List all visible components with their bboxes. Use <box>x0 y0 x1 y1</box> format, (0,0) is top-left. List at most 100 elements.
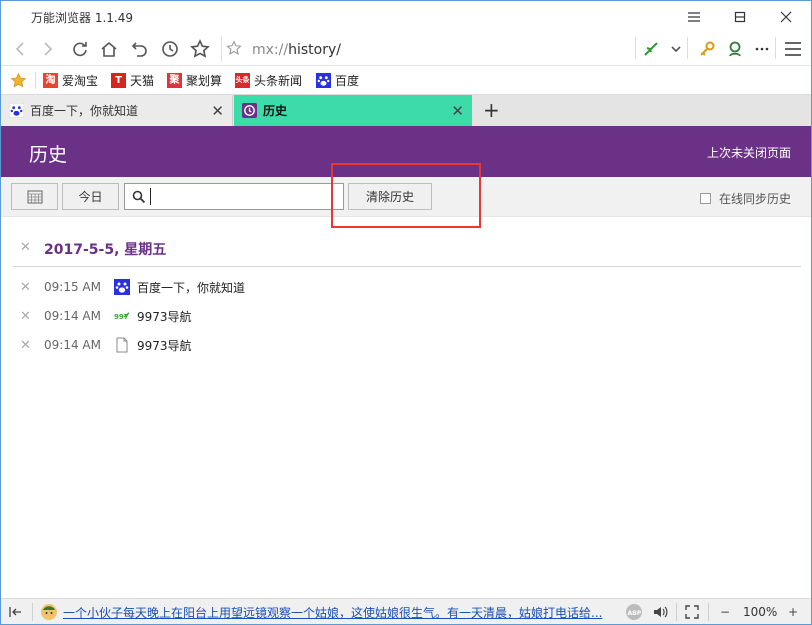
bookmarks-bar: 淘 爱淘宝 T 天猫 聚 聚划算 头条 头条新闻 百度 <box>1 66 811 95</box>
entry-title[interactable]: 百度一下，你就知道 <box>137 279 245 296</box>
toutiao-icon: 头条 <box>235 73 250 88</box>
bookmark-baidu[interactable]: 百度 <box>316 72 359 89</box>
bookmark-juhuasuan[interactable]: 聚 聚划算 <box>167 72 222 89</box>
title-bar: 万能浏览器 1.1.49 <box>1 1 811 32</box>
page-title: 历史 <box>29 144 68 166</box>
volume-icon[interactable] <box>651 603 669 621</box>
entry-time: 09:15 AM <box>44 280 101 294</box>
baidu-icon <box>316 73 331 88</box>
text-caret <box>150 188 151 205</box>
entry-title[interactable]: 9973导航 <box>137 337 192 354</box>
url-path: history/ <box>288 42 341 58</box>
bookmark-label: 爱淘宝 <box>62 74 99 88</box>
bookmark-label: 聚划算 <box>186 74 223 88</box>
toolbar-divider <box>687 37 688 59</box>
bookmark-label: 天猫 <box>130 74 155 88</box>
close-tab-icon[interactable]: ✕ <box>211 102 224 120</box>
nav9973-icon: 997 <box>114 308 130 324</box>
entry-time: 09:14 AM <box>44 309 101 323</box>
bookmark-tmall[interactable]: T 天猫 <box>111 72 154 89</box>
menu-bars-icon[interactable] <box>671 1 717 32</box>
taobao-icon: 淘 <box>43 73 58 88</box>
forward-button[interactable] <box>35 36 61 62</box>
close-tab-icon[interactable]: ✕ <box>451 102 464 120</box>
bookmark-divider <box>35 72 36 89</box>
status-divider <box>676 603 677 621</box>
zoom-in-button[interactable]: + <box>784 603 802 621</box>
highlight-box <box>331 163 481 228</box>
favorites-star-icon[interactable] <box>10 72 27 89</box>
sidebar-toggle-icon[interactable] <box>7 603 25 621</box>
search-input[interactable] <box>124 183 344 210</box>
chevron-down-icon[interactable] <box>663 36 689 62</box>
baidu-paw-icon <box>114 279 130 295</box>
sync-checkbox[interactable] <box>699 193 711 204</box>
date-label: 2017-5-5, 星期五 <box>44 242 167 258</box>
history-row[interactable]: ✕ 09:14 AM 9973导航 <box>13 331 801 360</box>
baidu-paw-icon <box>8 102 25 119</box>
news-ticker-link[interactable]: 一个小伙子每天晚上在阳台上用望远镜观察一个姑娘，这使姑娘很生气。有一天清晨，姑娘… <box>63 604 603 621</box>
entry-time: 09:14 AM <box>44 338 101 352</box>
home-button[interactable] <box>96 36 122 62</box>
status-bar: 一个小伙子每天晚上在阳台上用望远镜观察一个姑娘，这使姑娘很生气。有一天清晨，姑娘… <box>1 598 811 624</box>
calendar-icon <box>27 190 42 203</box>
blank-page-icon <box>114 337 130 353</box>
history-row[interactable]: ✕ 09:15 AM 百度一下，你就知道 <box>13 273 801 302</box>
refresh-button[interactable] <box>67 36 93 62</box>
navigation-bar: mx://history/ <box>1 32 811 66</box>
history-tab-icon <box>242 103 257 118</box>
reopen-closed-pages-link[interactable]: 上次未关闭页面 <box>707 144 791 161</box>
sync-label: 在线同步历史 <box>718 192 791 206</box>
bookmark-star-icon[interactable] <box>226 40 242 59</box>
bookmark-aitaobao[interactable]: 淘 爱淘宝 <box>43 72 98 89</box>
tab-label: 百度一下，你就知道 <box>30 104 139 118</box>
mouse-gesture-icon[interactable] <box>638 36 664 62</box>
tab-baidu[interactable]: 百度一下，你就知道 ✕ <box>1 95 233 126</box>
account-search-icon[interactable] <box>722 36 748 62</box>
search-icon <box>132 190 146 204</box>
bookmark-label: 百度 <box>335 74 360 88</box>
back-button[interactable] <box>7 36 33 62</box>
news-avatar-icon <box>40 603 58 621</box>
bookmark-label: 头条新闻 <box>254 74 303 88</box>
tab-label: 历史 <box>263 104 288 118</box>
new-tab-plus-icon[interactable]: + <box>483 98 500 122</box>
sync-history-option[interactable]: 在线同步历史 <box>699 190 791 207</box>
date-group-header: ✕ 2017-5-5, 星期五 <box>13 233 801 267</box>
browser-window: 万能浏览器 1.1.49 mx://history/ 淘 爱淘宝 T 天猫 聚 … <box>0 0 812 625</box>
today-button[interactable]: 今日 <box>62 183 119 210</box>
address-bar[interactable]: mx://history/ <box>221 36 636 62</box>
fullscreen-icon[interactable] <box>683 603 701 621</box>
delete-entry-icon[interactable]: ✕ <box>20 338 31 353</box>
url-text: mx://history/ <box>252 42 341 58</box>
favorites-star-button[interactable] <box>187 36 213 62</box>
more-options-icon[interactable] <box>749 36 775 62</box>
delete-group-icon[interactable]: ✕ <box>20 240 31 255</box>
tab-strip: 百度一下，你就知道 ✕ 历史 ✕ + <box>1 95 811 126</box>
history-clock-button[interactable] <box>157 36 183 62</box>
adblock-icon[interactable]: ABP <box>625 603 643 621</box>
status-divider <box>708 603 709 621</box>
calendar-button[interactable] <box>11 183 58 210</box>
window-title: 万能浏览器 1.1.49 <box>31 11 133 25</box>
juhuasuan-icon: 聚 <box>167 73 182 88</box>
undo-close-button[interactable] <box>127 36 153 62</box>
maximize-button[interactable] <box>717 1 763 32</box>
entry-title[interactable]: 9973导航 <box>137 308 192 325</box>
toolbar-divider <box>635 37 636 59</box>
main-menu-icon[interactable] <box>780 36 806 62</box>
delete-entry-icon[interactable]: ✕ <box>20 280 31 295</box>
zoom-out-button[interactable]: − <box>716 603 734 621</box>
svg-text:ABP: ABP <box>628 610 642 617</box>
history-row[interactable]: ✕ 09:14 AM 997 9973导航 <box>13 302 801 331</box>
status-divider <box>32 603 33 621</box>
close-window-button[interactable] <box>763 1 809 32</box>
tmall-icon: T <box>111 73 126 88</box>
toolbar-divider <box>775 37 776 59</box>
key-icon[interactable] <box>694 36 720 62</box>
zoom-level: 100% <box>743 605 778 619</box>
bookmark-toutiao[interactable]: 头条 头条新闻 <box>235 72 302 89</box>
url-scheme: mx:// <box>252 42 289 58</box>
tab-history[interactable]: 历史 ✕ <box>234 95 472 126</box>
delete-entry-icon[interactable]: ✕ <box>20 309 31 324</box>
